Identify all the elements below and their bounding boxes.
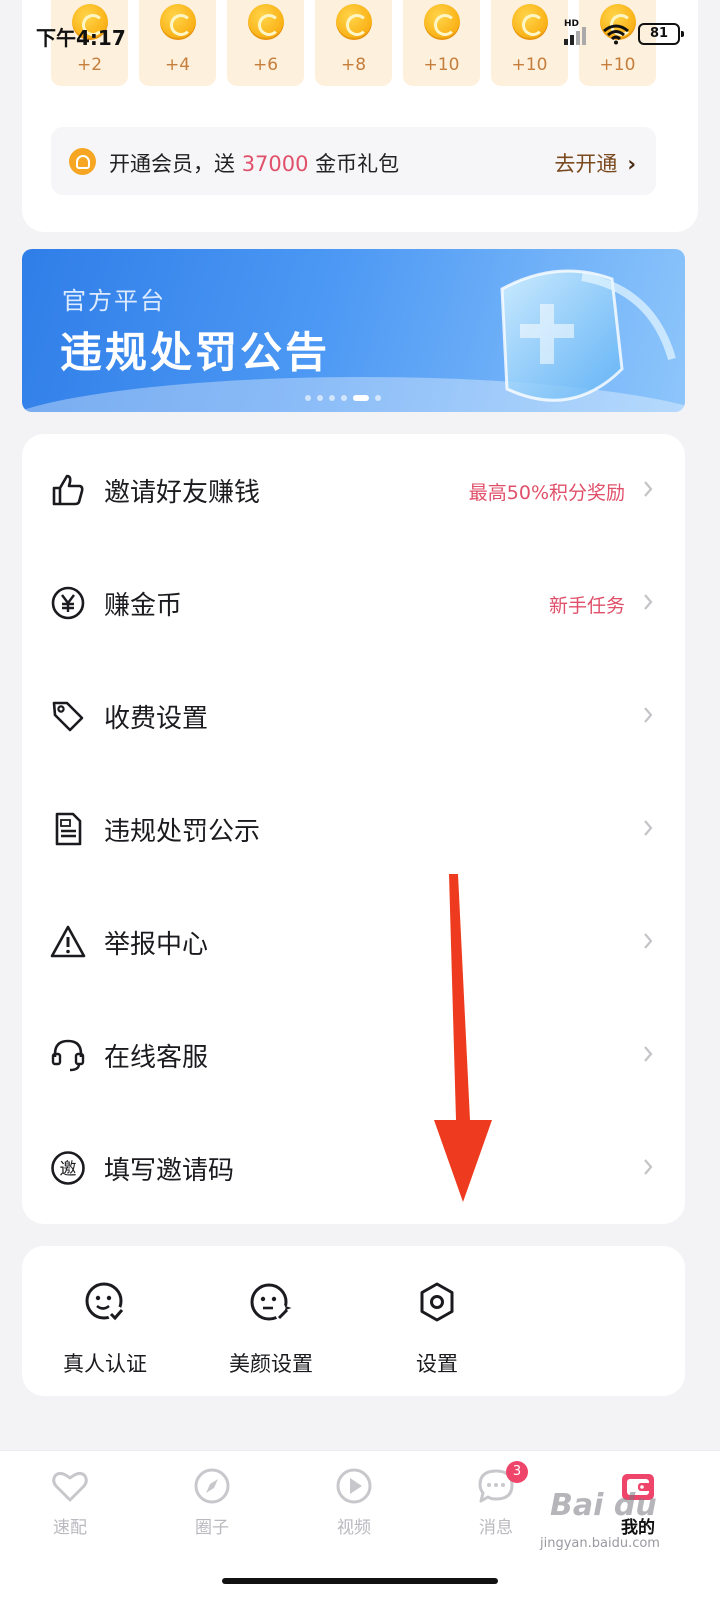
coin-reward-day-2[interactable]: +4	[139, 0, 216, 86]
chevron-right-icon	[644, 707, 653, 723]
yen-coin-icon	[51, 586, 85, 620]
menu-item-label: 举报中心	[104, 930, 209, 960]
coin-reward-amount: +10	[511, 55, 548, 75]
tab-label: 圈子	[195, 1518, 229, 1538]
vip-open-label: 去开通	[554, 152, 618, 176]
coin-reward-day-6[interactable]: +10	[491, 0, 568, 86]
coin-reward-amount: +10	[599, 55, 636, 75]
menu-item-label: 违规处罚公示	[104, 817, 261, 847]
pagination-dot	[329, 395, 335, 401]
menu-item-invite-code[interactable]: 邀 填写邀请码	[22, 1112, 685, 1225]
menu-item-label: 赚金币	[104, 591, 183, 621]
wifi-icon	[603, 24, 629, 45]
menu-item-label: 填写邀请码	[104, 1156, 235, 1186]
menu-item-invite-friends[interactable]: 邀请好友赚钱 最高50%积分奖励	[22, 434, 685, 547]
banner-title: 违规处罚公告	[60, 328, 331, 377]
pagination-dot-active	[353, 395, 369, 401]
vip-promo-text-before: 开通会员，送	[109, 152, 242, 176]
vip-promo-text-after: 金币礼包	[308, 152, 400, 176]
annotation-arrow-icon	[434, 874, 492, 1202]
heart-icon	[52, 1471, 88, 1502]
menu-item-penalty-notice[interactable]: 违规处罚公示	[22, 773, 685, 886]
tool-beauty-settings[interactable]: 美颜设置	[188, 1246, 354, 1396]
coin-icon	[160, 4, 196, 40]
tool-label: 美颜设置	[229, 1352, 313, 1376]
status-bar-time: 下午4:17	[36, 26, 126, 50]
menu-item-earn-coins[interactable]: 赚金币 新手任务	[22, 547, 685, 660]
tools-grid: 真人认证 美颜设置 设置	[22, 1246, 685, 1396]
coin-reward-amount: +6	[252, 55, 279, 75]
tool-label: 设置	[416, 1352, 458, 1376]
tool-settings[interactable]: 设置	[354, 1246, 520, 1396]
watermark-logo-text: Bai du	[550, 1488, 657, 1523]
compass-icon	[194, 1468, 230, 1504]
home-indicator[interactable]	[222, 1578, 498, 1584]
menu-item-hint: 新手任务	[548, 595, 625, 617]
watermark-url: jingyan.baidu.com	[540, 1536, 660, 1551]
coin-reward-amount: +2	[76, 55, 103, 75]
unread-badge: 3	[506, 1461, 528, 1483]
headset-icon	[51, 1039, 85, 1072]
price-tag-icon	[52, 701, 84, 732]
tab-circle[interactable]: 圈子	[142, 1451, 282, 1551]
baidu-watermark: Bai du jingyan.baidu.com	[540, 1488, 710, 1568]
penalty-announcement-banner[interactable]: 官方平台 违规处罚公告	[22, 249, 685, 412]
shield-illustration	[500, 269, 676, 402]
coin-icon	[512, 4, 548, 40]
vip-promo-coin-amount: 37000	[241, 152, 309, 176]
chevron-right-icon	[644, 933, 653, 949]
coin-reward-day-3[interactable]: +6	[227, 0, 304, 86]
chevron-right-icon	[644, 1046, 653, 1062]
coin-reward-amount: +4	[164, 55, 191, 75]
pagination-dot	[317, 395, 323, 401]
tab-video[interactable]: 视频	[284, 1451, 424, 1551]
invite-code-glyph: 邀	[60, 1160, 77, 1180]
menu-item-customer-service[interactable]: 在线客服	[22, 999, 685, 1112]
feature-menu: 邀请好友赚钱 最高50%积分奖励 赚金币 新手任务 收费设置 违规处罚公示 举报…	[22, 434, 685, 1224]
pagination-dot	[305, 395, 311, 401]
chevron-right-icon: ›	[627, 152, 636, 176]
coin-icon	[248, 4, 284, 40]
banner-pagination	[305, 395, 381, 401]
tab-match[interactable]: 速配	[0, 1451, 140, 1551]
menu-item-label: 在线客服	[104, 1043, 209, 1073]
coin-icon	[424, 4, 460, 40]
menu-item-hint: 最高50%积分奖励	[468, 482, 625, 504]
coin-icon	[336, 4, 372, 40]
tab-label: 速配	[53, 1518, 87, 1538]
vip-open-link[interactable]: 去开通 ›	[554, 148, 636, 178]
tool-label: 真人认证	[63, 1352, 147, 1376]
chevron-right-icon	[644, 594, 653, 610]
coin-reward-day-5[interactable]: +10	[403, 0, 480, 86]
cellular-signal-icon: HD	[564, 19, 594, 45]
menu-item-fee-settings[interactable]: 收费设置	[22, 660, 685, 773]
play-icon	[336, 1468, 372, 1504]
chevron-right-icon	[644, 481, 653, 497]
menu-item-label: 邀请好友赚钱	[104, 478, 261, 508]
invite-code-icon: 邀	[51, 1151, 85, 1185]
coin-reward-day-4[interactable]: +8	[315, 0, 392, 86]
beauty-face-icon	[250, 1283, 292, 1321]
vip-promo-banner[interactable]: 开通会员，送 37000 金币礼包 去开通 ›	[51, 127, 656, 195]
vip-promo-text: 开通会员，送 37000 金币礼包	[109, 148, 399, 178]
banner-subtitle: 官方平台	[62, 287, 166, 315]
warning-icon	[50, 925, 86, 958]
penalty-document-icon	[55, 812, 82, 846]
thumbs-up-icon	[52, 474, 84, 506]
bell-icon	[69, 148, 96, 175]
tab-label: 视频	[337, 1518, 371, 1538]
menu-item-report-center[interactable]: 举报中心	[22, 886, 685, 999]
chevron-right-icon	[644, 820, 653, 836]
pagination-dot	[341, 395, 347, 401]
battery-icon: 81	[638, 23, 684, 45]
tool-real-person-verify[interactable]: 真人认证	[22, 1246, 188, 1396]
pagination-dot	[375, 395, 381, 401]
coin-reward-amount: +8	[340, 55, 367, 75]
face-verify-icon	[85, 1282, 124, 1322]
menu-item-label: 收费设置	[104, 704, 209, 734]
status-bar-indicators: HD 81	[564, 19, 684, 48]
chevron-right-icon	[644, 1159, 653, 1175]
settings-hexagon-icon	[420, 1282, 454, 1322]
coin-reward-amount: +10	[423, 55, 460, 75]
